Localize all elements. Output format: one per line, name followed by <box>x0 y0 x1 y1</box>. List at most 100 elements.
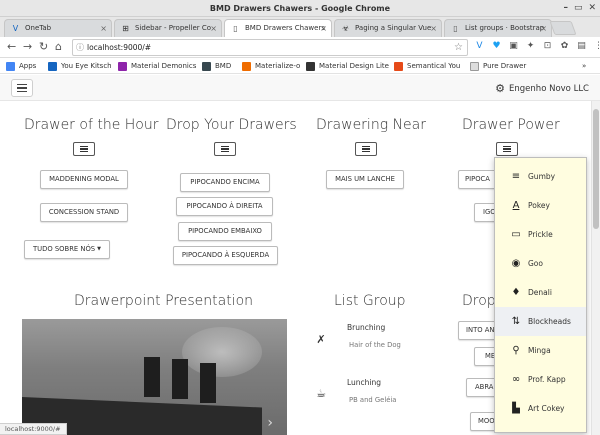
bookmark-pure-drawer[interactable]: Pure Drawer <box>470 60 526 72</box>
tab-list-groups[interactable]: ▯ List groups · Bootstrap × <box>444 19 552 37</box>
short-text-icon: ≡ <box>511 171 521 182</box>
presentation-image: › <box>22 319 287 435</box>
menu-item-pokey[interactable]: A Pokey <box>495 191 586 220</box>
tab-close-icon[interactable]: × <box>540 20 547 37</box>
menu-item-minga[interactable]: ⚲ Minga <box>495 336 586 365</box>
menu-item-prickle[interactable]: ▭ Prickle <box>495 220 586 249</box>
twitter-extension-icon[interactable]: ♥ <box>491 41 502 52</box>
bookmark-materialize[interactable]: Materialize-o <box>242 60 300 72</box>
section-title-drop: Drop <box>462 293 496 309</box>
bookmark-bmd[interactable]: BMD <box>202 60 231 72</box>
back-icon[interactable]: ← <box>7 40 16 54</box>
pipoca-button[interactable]: PIPOCA <box>458 170 498 189</box>
drawer-menu-button[interactable] <box>214 142 236 156</box>
window-title: BMD Drawers Chawers - Google Chrome <box>209 4 391 13</box>
bookmark-icon <box>470 61 479 71</box>
bookmarks-bar: Apps You Eye Kitsch Material Demonics BM… <box>0 58 600 74</box>
drawer-menu-button[interactable] <box>355 142 377 156</box>
page-icon: ▯ <box>233 24 238 33</box>
extension-icon[interactable]: ▤ <box>576 41 587 52</box>
list-item-subtitle: Hair of the Dog <box>349 341 401 349</box>
book-icon: ▙ <box>512 403 520 414</box>
menu-item-denali[interactable]: ♦ Denali <box>495 278 586 307</box>
chat-bubble-icon: ▭ <box>511 229 521 240</box>
list-item-title: Brunching <box>347 323 386 332</box>
url-text: localhost:9000/# <box>87 43 152 52</box>
maximize-icon[interactable]: ▭ <box>574 2 583 14</box>
home-icon[interactable]: ⌂ <box>55 40 62 54</box>
menu-item-prof-kapp[interactable]: ∞ Prof. Kapp <box>495 365 586 394</box>
eye-icon: ◉ <box>511 258 521 269</box>
column-title-drawering-near: Drawering Near <box>316 117 426 133</box>
cutlery-icon: ✗ <box>316 333 326 346</box>
extension-icon[interactable]: ▣ <box>508 41 519 52</box>
column-title-drawer-power: Drawer Power <box>462 117 560 133</box>
menu-item-art-cokey[interactable]: ▙ Art Cokey <box>495 394 586 423</box>
pipocando-embaixo-button[interactable]: PIPOCANDO EMBAIXO <box>178 222 272 241</box>
tab-close-icon[interactable]: × <box>430 20 437 37</box>
section-title-presentation: Drawerpoint Presentation <box>74 293 254 309</box>
bookmark-star-icon[interactable]: ☆ <box>454 40 463 55</box>
concession-stand-button[interactable]: CONCESSION STAND <box>40 203 128 222</box>
place-icon: ♦ <box>511 287 521 298</box>
mais-um-lanche-button[interactable]: MAIS UM LANCHE <box>326 170 404 189</box>
menu-kebab-icon[interactable]: ⋮ <box>593 41 600 52</box>
minimize-icon[interactable]: – <box>563 2 568 14</box>
menu-item-gumby[interactable]: ≡ Gumby <box>495 162 586 191</box>
bookmark-icon <box>118 61 127 71</box>
maddening-modal-button[interactable]: MADDENING MODAL <box>40 170 128 189</box>
swap-vert-icon: ⇅ <box>511 316 521 327</box>
reload-icon[interactable]: ↻ <box>39 40 48 54</box>
extension-icon[interactable]: ✿ <box>559 41 570 52</box>
run-icon: ⚲ <box>512 345 520 356</box>
propeller-icon: ⊞ <box>122 24 129 33</box>
onetab-icon: V <box>12 24 19 33</box>
tudo-sobre-nos-dropdown[interactable]: TUDO SOBRE NÓS ▼ <box>24 240 110 259</box>
column-title-drop-your-drawers: Drop Your Drawers <box>166 117 297 133</box>
hamburger-menu-button[interactable] <box>11 79 33 97</box>
window-title-bar: BMD Drawers Chawers - Google Chrome – ▭ … <box>0 0 600 17</box>
tab-paging[interactable]: ☣ Paging a Singular Vue × <box>334 19 442 37</box>
bootstrap-icon: ▯ <box>453 24 458 33</box>
tab-close-icon[interactable]: × <box>320 20 327 37</box>
bookmark-you-eye-kitsch[interactable]: You Eye Kitsch <box>48 60 112 72</box>
infinity-icon: ∞ <box>511 374 521 385</box>
bookmark-material-demonics[interactable]: Material Demonics <box>118 60 196 72</box>
tab-label: OneTab <box>25 24 52 32</box>
more-bookmarks-icon[interactable]: » <box>582 60 586 72</box>
tab-close-icon[interactable]: × <box>210 20 217 37</box>
status-bar: localhost:9000/# <box>0 423 67 435</box>
extension-icon[interactable]: ⊡ <box>542 41 553 52</box>
pipocando-encima-button[interactable]: PIPOCANDO ENCIMA <box>180 173 270 192</box>
forward-icon[interactable]: → <box>23 40 32 54</box>
bookmark-mdl[interactable]: Material Design Lite <box>306 60 389 72</box>
page-scrollbar[interactable] <box>591 101 600 435</box>
info-icon[interactable]: ⓘ <box>76 40 84 55</box>
into-an-button[interactable]: INTO AN <box>458 321 498 340</box>
pipocando-a-esquerda-button[interactable]: PIPOCANDO À ESQUERDA <box>173 246 278 265</box>
address-bar[interactable]: ⓘ localhost:9000/# ☆ <box>72 39 468 56</box>
tab-onetab[interactable]: V OneTab × <box>4 19 112 37</box>
vue-extension-icon[interactable]: V <box>474 41 485 52</box>
drawer-menu-button-active[interactable] <box>496 142 518 156</box>
drawer-menu-button[interactable] <box>73 142 95 156</box>
extension-icon[interactable]: ✦ <box>525 41 536 52</box>
next-slide-icon[interactable]: › <box>267 415 273 431</box>
menu-item-goo[interactable]: ◉ Goo <box>495 249 586 278</box>
tab-close-icon[interactable]: × <box>100 20 107 37</box>
close-window-icon[interactable]: ✕ <box>588 2 596 14</box>
menu-item-blockheads[interactable]: ⇅ Blockheads <box>495 307 586 336</box>
bookmark-semantical-you[interactable]: Semantical You <box>394 60 460 72</box>
tab-bmd-drawers[interactable]: ▯ BMD Drawers Chawers × <box>224 19 332 37</box>
window-controls: – ▭ ✕ <box>563 2 596 14</box>
new-tab-button[interactable] <box>549 21 577 35</box>
tab-label: Paging a Singular Vue <box>355 24 432 32</box>
bookmark-apps[interactable]: Apps <box>6 60 36 72</box>
column-title-drawer-of-the-hour: Drawer of the Hour <box>24 117 159 133</box>
tab-label: Sidebar - Propeller Co <box>135 24 212 32</box>
tab-propeller[interactable]: ⊞ Sidebar - Propeller Co × <box>114 19 222 37</box>
page-content: ⚙ Engenho Novo LLC Drawer of the Hour MAD… <box>0 75 600 435</box>
scrollbar-thumb[interactable] <box>593 109 599 229</box>
bookmark-icon <box>242 61 251 71</box>
pipocando-a-direita-button[interactable]: PIPOCANDO À DIREITA <box>176 197 273 216</box>
